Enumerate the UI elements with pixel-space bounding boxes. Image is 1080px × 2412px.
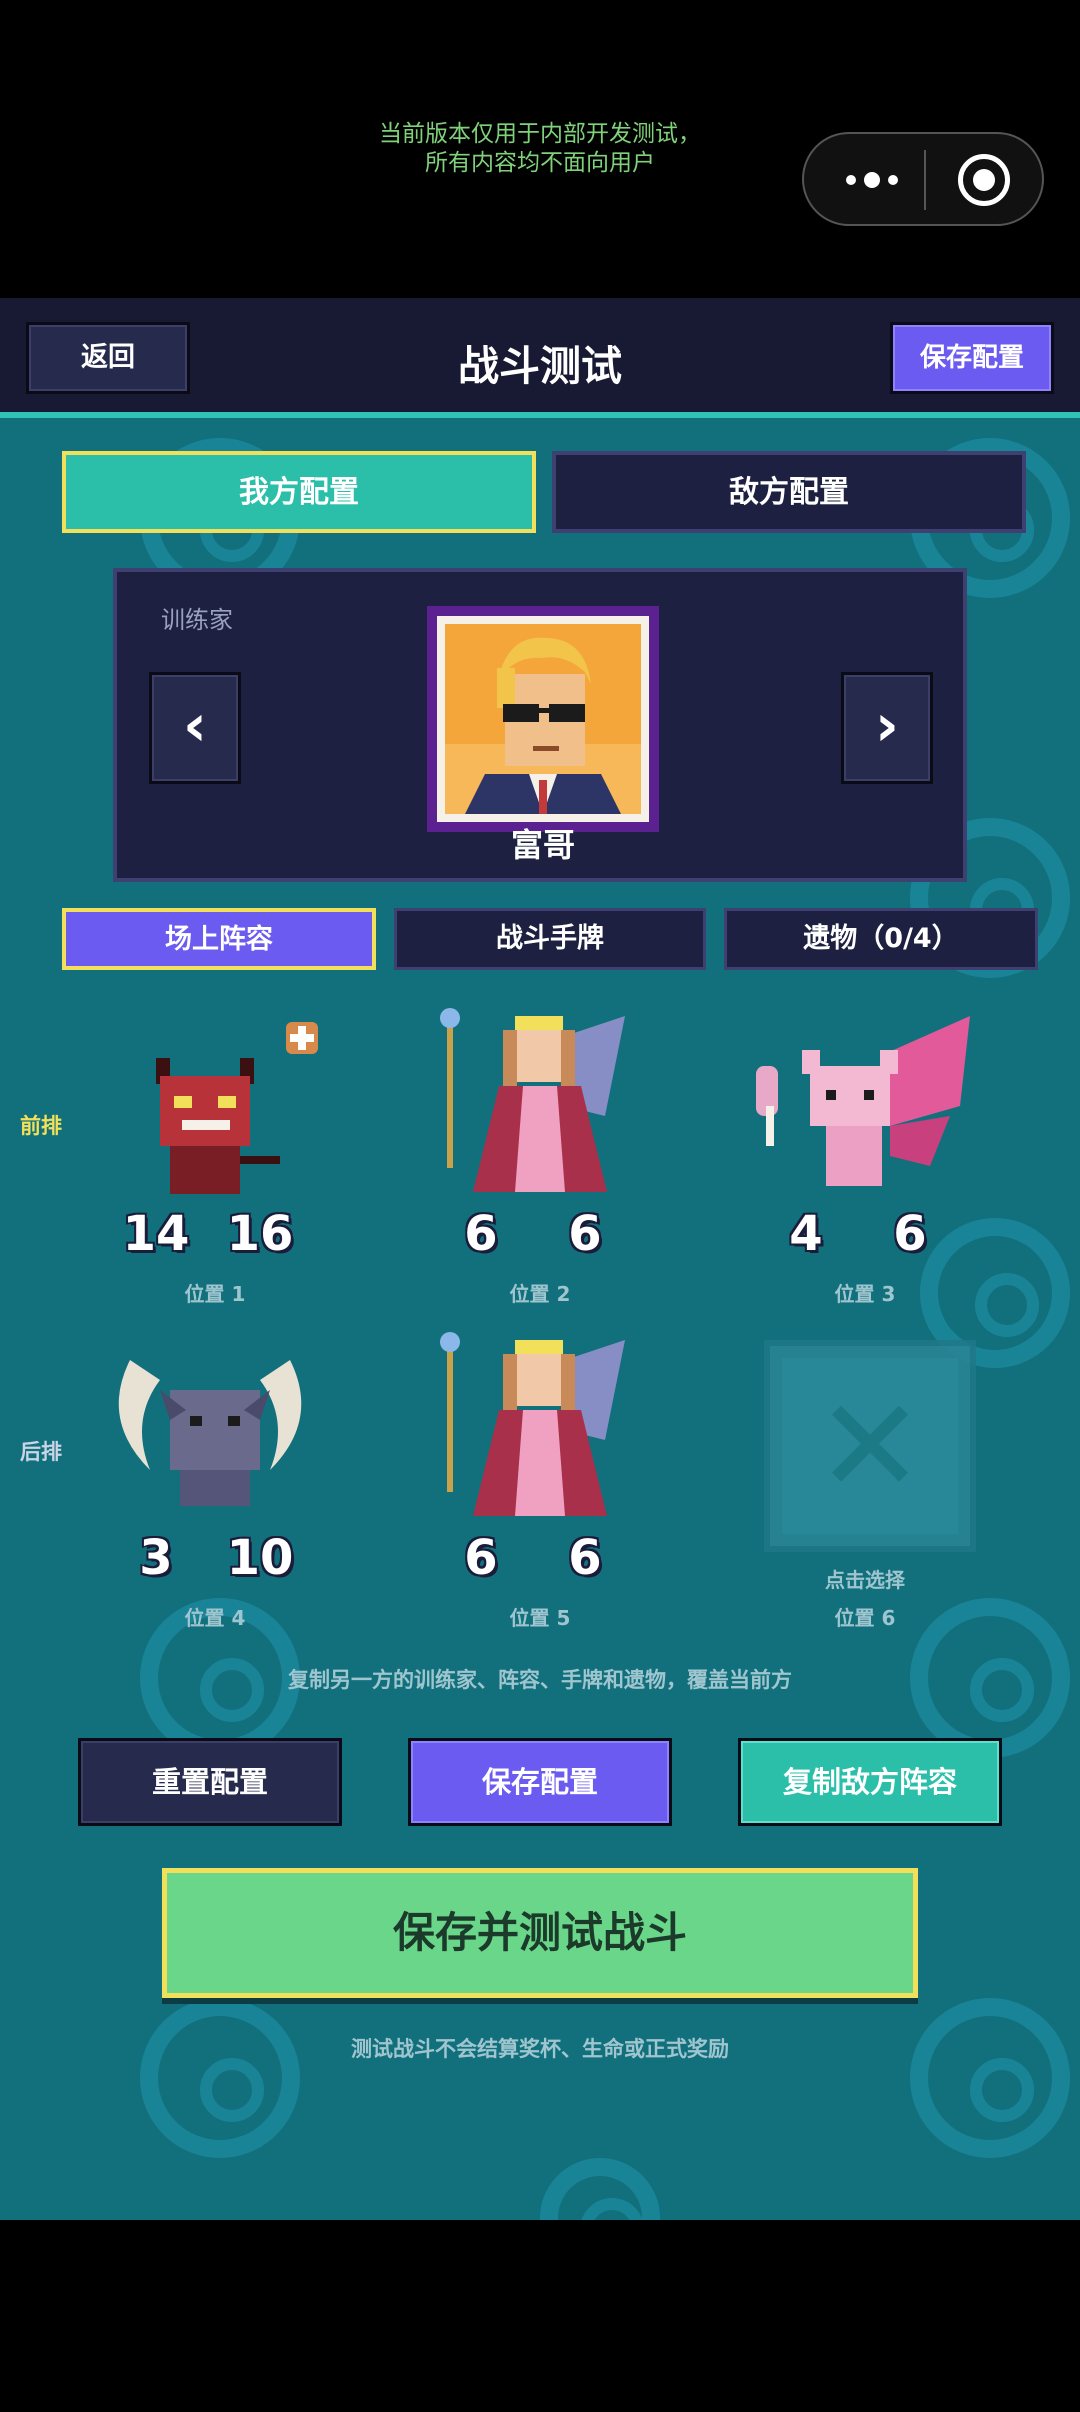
save-config-button[interactable]: 保存配置 <box>408 1738 672 1826</box>
health-value: 6 <box>860 1206 960 1268</box>
lineup-slot-4[interactable]: 3 10 位置 4 <box>90 1320 340 1630</box>
swords-crossed-icon: ✕ <box>815 1370 925 1522</box>
slot-position-label: 位置 5 <box>509 1606 571 1630</box>
tab-relics[interactable]: 遗物（0/4） <box>724 908 1038 970</box>
lineup-slot-2[interactable]: 6 6 位置 2 <box>415 996 665 1306</box>
background-flower-icon <box>140 1998 300 2158</box>
moon-gargoyle-sprite <box>90 1320 340 1530</box>
health-value: 10 <box>210 1530 310 1592</box>
lineup-slot-6[interactable]: ✕ 点击选择 位置 6 <box>740 1320 990 1630</box>
back-row-label: 后排 <box>20 1440 62 1464</box>
close-miniprogram-icon[interactable] <box>958 154 1010 206</box>
pink-butterfly-sprite <box>740 996 990 1206</box>
fairy-queen-sprite <box>415 996 665 1206</box>
slot-position-label: 位置 1 <box>184 1282 246 1306</box>
fairy-queen-sprite <box>415 1320 665 1530</box>
lineup-slot-3[interactable]: 4 6 位置 3 <box>740 996 990 1306</box>
attack-value: 6 <box>435 1206 527 1268</box>
reset-config-button[interactable]: 重置配置 <box>78 1738 342 1826</box>
attack-value: 3 <box>110 1530 202 1592</box>
trainer-panel: 训练家 ‹ 富哥 › <box>113 568 967 882</box>
slot-position-label: 位置 4 <box>184 1606 246 1630</box>
copy-enemy-lineup-button[interactable]: 复制敌方阵容 <box>738 1738 1002 1826</box>
dev-notice-line1: 当前版本仅用于内部开发测试， <box>379 121 701 147</box>
save-config-top-button[interactable]: 保存配置 <box>890 322 1054 394</box>
tab-enemy-config[interactable]: 敌方配置 <box>552 451 1026 533</box>
capsule-divider <box>924 150 926 210</box>
trainer-label: 训练家 <box>161 606 233 634</box>
page-title: 战斗测试 <box>458 342 622 390</box>
attack-value: 6 <box>435 1530 527 1592</box>
header-bar: 返回 战斗测试 保存配置 <box>0 298 1080 418</box>
health-value: 16 <box>210 1206 310 1268</box>
slot-position-label: 位置 6 <box>834 1606 896 1630</box>
miniprogram-capsule <box>802 132 1044 226</box>
test-battle-footnote: 测试战斗不会结算奖杯、生命或正式奖励 <box>351 2037 729 2061</box>
system-bar: 当前版本仅用于内部开发测试， 所有内容均不面向用户 <box>0 0 1080 298</box>
back-button[interactable]: 返回 <box>26 322 190 394</box>
red-devil-sprite <box>90 996 340 1206</box>
lineup-slot-5[interactable]: 6 6 位置 5 <box>415 1320 665 1630</box>
empty-slot-placeholder[interactable]: ✕ <box>770 1346 970 1546</box>
save-and-test-battle-button[interactable]: 保存并测试战斗 <box>162 1868 918 1998</box>
lineup-slot-1[interactable]: 14 16 位置 1 <box>90 996 340 1306</box>
copy-hint-text: 复制另一方的训练家、阵容、手牌和遗物，覆盖当前方 <box>288 1668 792 1692</box>
front-row-label: 前排 <box>20 1114 62 1138</box>
trainer-name: 富哥 <box>510 826 575 864</box>
bottom-bar <box>0 2220 1080 2412</box>
trainer-avatar <box>445 624 641 814</box>
trainer-portrait[interactable] <box>427 606 659 832</box>
slot-position-label: 位置 3 <box>834 1282 896 1306</box>
prev-trainer-button[interactable]: ‹ <box>149 672 241 784</box>
attack-value: 4 <box>760 1206 852 1268</box>
tab-my-config[interactable]: 我方配置 <box>62 451 536 533</box>
dev-notice: 当前版本仅用于内部开发测试， 所有内容均不面向用户 <box>280 120 800 178</box>
background-flower-icon <box>540 2158 660 2220</box>
battle-test-screen: 返回 战斗测试 保存配置 我方配置 敌方配置 训练家 ‹ 富哥 › 场上阵容 战… <box>0 298 1080 2220</box>
tab-field-lineup[interactable]: 场上阵容 <box>62 908 376 970</box>
next-trainer-button[interactable]: › <box>841 672 933 784</box>
attack-value: 14 <box>110 1206 202 1268</box>
health-value: 6 <box>535 1206 635 1268</box>
slot-position-label: 位置 2 <box>509 1282 571 1306</box>
background-flower-icon <box>910 1998 1070 2158</box>
health-value: 6 <box>535 1530 635 1592</box>
dev-notice-line2: 所有内容均不面向用户 <box>425 150 655 176</box>
more-icon[interactable] <box>834 160 910 200</box>
tab-battle-hand[interactable]: 战斗手牌 <box>394 908 706 970</box>
tap-to-select-label: 点击选择 <box>825 1568 905 1592</box>
